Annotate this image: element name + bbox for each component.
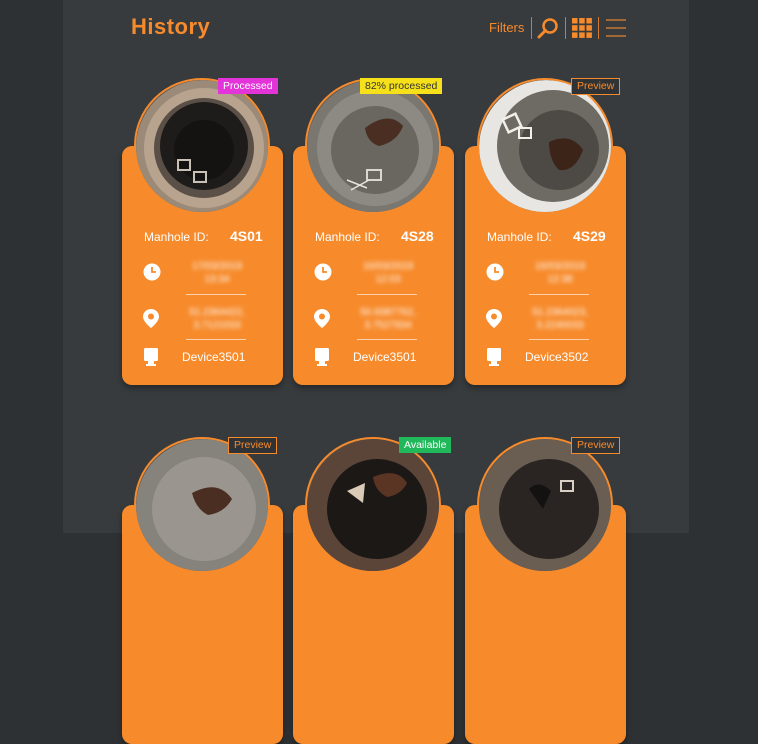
search-icon[interactable]: [537, 17, 559, 39]
status-badge: Preview: [228, 437, 278, 454]
location-coordinates: 50.9387762, 3.7527934: [360, 307, 416, 331]
divider: [357, 294, 417, 295]
divider: [529, 339, 589, 340]
location-pin-icon: [314, 309, 330, 328]
device-icon: [487, 348, 501, 366]
manhole-photo: [134, 437, 270, 573]
toolbar-divider: [565, 17, 566, 39]
location-pin-icon: [486, 309, 502, 328]
toolbar-divider: [531, 17, 532, 39]
timestamp: 16/03/2019 12:38: [534, 261, 586, 285]
timestamp: 17/03/2019 13:34: [191, 261, 243, 285]
status-badge: 82% processed: [360, 78, 443, 94]
grid-view-icon[interactable]: [572, 18, 592, 38]
device-icon: [144, 348, 158, 366]
manhole-id-value: 4S28: [401, 228, 434, 244]
clock-icon: [143, 263, 161, 281]
location-coordinates: 51.2364422, 3.7121033: [189, 307, 245, 331]
status-badge: Processed: [218, 78, 278, 94]
manhole-photo: [305, 78, 441, 214]
divider: [186, 294, 246, 295]
manhole-id-label: Manhole ID:: [315, 230, 380, 244]
device-name: Device3501: [353, 350, 417, 364]
clock-icon: [486, 263, 504, 281]
location-coordinates: 51.2364023, 3.2240033: [532, 307, 588, 331]
clock-icon: [314, 263, 332, 281]
location-pin-icon: [143, 309, 159, 328]
manhole-id-value: 4S29: [573, 228, 606, 244]
divider: [186, 339, 246, 340]
list-view-icon[interactable]: [606, 18, 626, 38]
divider: [529, 294, 589, 295]
status-badge: Available: [399, 437, 452, 453]
manhole-photo: [134, 78, 270, 214]
manhole-photo: [305, 437, 441, 573]
status-badge: Preview: [571, 78, 621, 95]
timestamp: 16/03/2019 12:03: [362, 261, 414, 285]
manhole-photo: [477, 437, 613, 573]
manhole-id-label: Manhole ID:: [144, 230, 209, 244]
device-name: Device3501: [182, 350, 246, 364]
manhole-photo: [477, 78, 613, 214]
toolbar-divider: [598, 17, 599, 39]
page-title: History: [131, 14, 211, 39]
manhole-id-label: Manhole ID:: [487, 230, 552, 244]
device-icon: [315, 348, 329, 366]
status-badge: Preview: [571, 437, 621, 454]
divider: [357, 339, 417, 340]
device-name: Device3502: [525, 350, 589, 364]
manhole-id-value: 4S01: [230, 228, 263, 244]
filters-button[interactable]: Filters: [489, 20, 524, 35]
